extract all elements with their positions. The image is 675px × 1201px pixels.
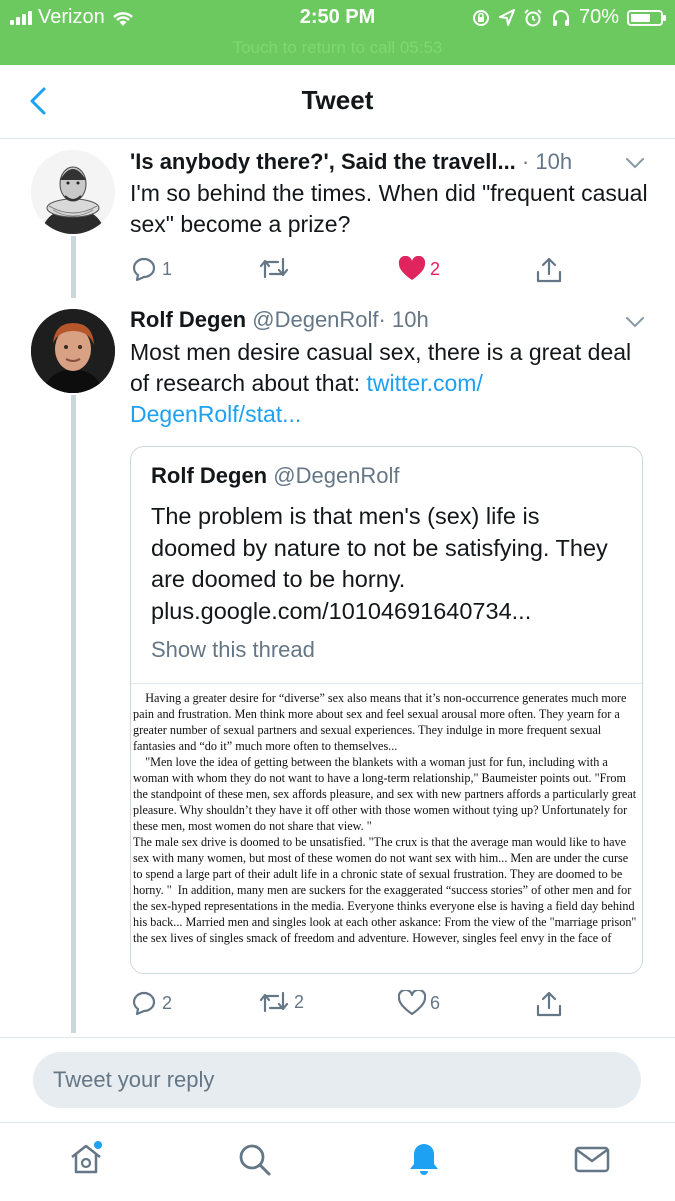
tweet-author[interactable]: Rolf Degen @DegenRolf· 10h — [130, 307, 429, 333]
status-icons: 70% — [471, 6, 666, 29]
heart-filled-icon — [398, 256, 426, 280]
quoted-author: Rolf Degen @DegenRolf — [151, 463, 400, 489]
quoted-tweet[interactable]: Rolf Degen @DegenRolf The problem is tha… — [130, 446, 643, 974]
tweet-text: I'm so behind the times. When did "frequ… — [130, 180, 648, 237]
quoted-image[interactable]: Having a greater desire for “diverse” se… — [131, 683, 642, 973]
reply-button[interactable]: 1 — [130, 256, 172, 282]
tweet-actions: 1 2 — [130, 256, 570, 290]
reply-bar: Tweet your reply — [0, 1037, 675, 1123]
tweet-author[interactable]: 'Is anybody there?', Said the travell...… — [130, 149, 572, 175]
headphones-icon — [552, 9, 569, 26]
battery-percent: 70% — [578, 6, 619, 28]
quoted-text: The problem is that men's (sex) life is … — [151, 503, 608, 624]
navigation-bar: Tweet — [0, 65, 675, 139]
chevron-down-icon[interactable] — [624, 315, 646, 329]
like-button[interactable]: 2 — [398, 256, 440, 282]
retweet-icon — [259, 257, 289, 279]
rotation-lock-icon — [472, 9, 489, 26]
tweet-time: · 10h — [378, 307, 429, 332]
share-icon — [536, 991, 562, 1017]
notifications-icon[interactable] — [404, 1139, 444, 1179]
messages-icon[interactable] — [572, 1139, 612, 1179]
reply-input[interactable]: Tweet your reply — [33, 1052, 641, 1108]
avatar[interactable] — [31, 309, 115, 393]
quoted-author-handle: @DegenRolf — [273, 463, 400, 488]
like-count: 6 — [430, 992, 441, 1013]
share-button[interactable] — [535, 256, 563, 284]
chevron-down-icon[interactable] — [624, 156, 646, 170]
retweet-icon — [259, 991, 289, 1013]
home-icon[interactable] — [66, 1139, 106, 1179]
thread-line — [71, 236, 76, 298]
page-title: Tweet — [301, 85, 374, 115]
author-handle: @DegenRolf — [252, 307, 379, 332]
reply-icon — [132, 991, 156, 1016]
author-name: Rolf Degen — [130, 307, 247, 332]
location-icon — [498, 8, 515, 26]
tab-bar — [0, 1122, 675, 1201]
thread-line — [71, 395, 76, 1033]
tweet-actions: 2 2 6 — [130, 990, 570, 1024]
search-icon[interactable] — [234, 1139, 274, 1179]
tweet-text: Most men desire casual sex, there is a g… — [130, 337, 645, 430]
reply-icon — [132, 257, 156, 282]
alarm-icon — [524, 8, 542, 26]
call-banner[interactable]: Touch to return to call 05:53 — [0, 38, 675, 58]
quoted-author-name: Rolf Degen — [151, 463, 268, 488]
quoted-image-text: Having a greater desire for “diverse” se… — [133, 691, 637, 945]
share-button[interactable] — [535, 990, 563, 1018]
avatar[interactable] — [31, 150, 115, 234]
share-icon — [536, 257, 562, 283]
author-name: 'Is anybody there?', Said the travell... — [130, 149, 516, 174]
like-count: 2 — [430, 258, 441, 279]
show-thread-link[interactable]: Show this thread — [151, 637, 315, 663]
reply-button[interactable]: 2 — [130, 990, 172, 1016]
heart-icon — [398, 990, 426, 1016]
status-bar: Verizon 2:50 PM 70% Touch to return to c… — [0, 0, 675, 65]
retweet-button[interactable] — [258, 256, 294, 280]
reply-count: 1 — [162, 258, 173, 279]
reply-count: 2 — [162, 992, 173, 1013]
retweet-button[interactable]: 2 — [258, 990, 304, 1014]
tweet-time: · 10h — [521, 149, 573, 174]
like-button[interactable]: 6 — [398, 990, 440, 1016]
retweet-count: 2 — [294, 991, 305, 1012]
battery-icon — [627, 9, 666, 26]
